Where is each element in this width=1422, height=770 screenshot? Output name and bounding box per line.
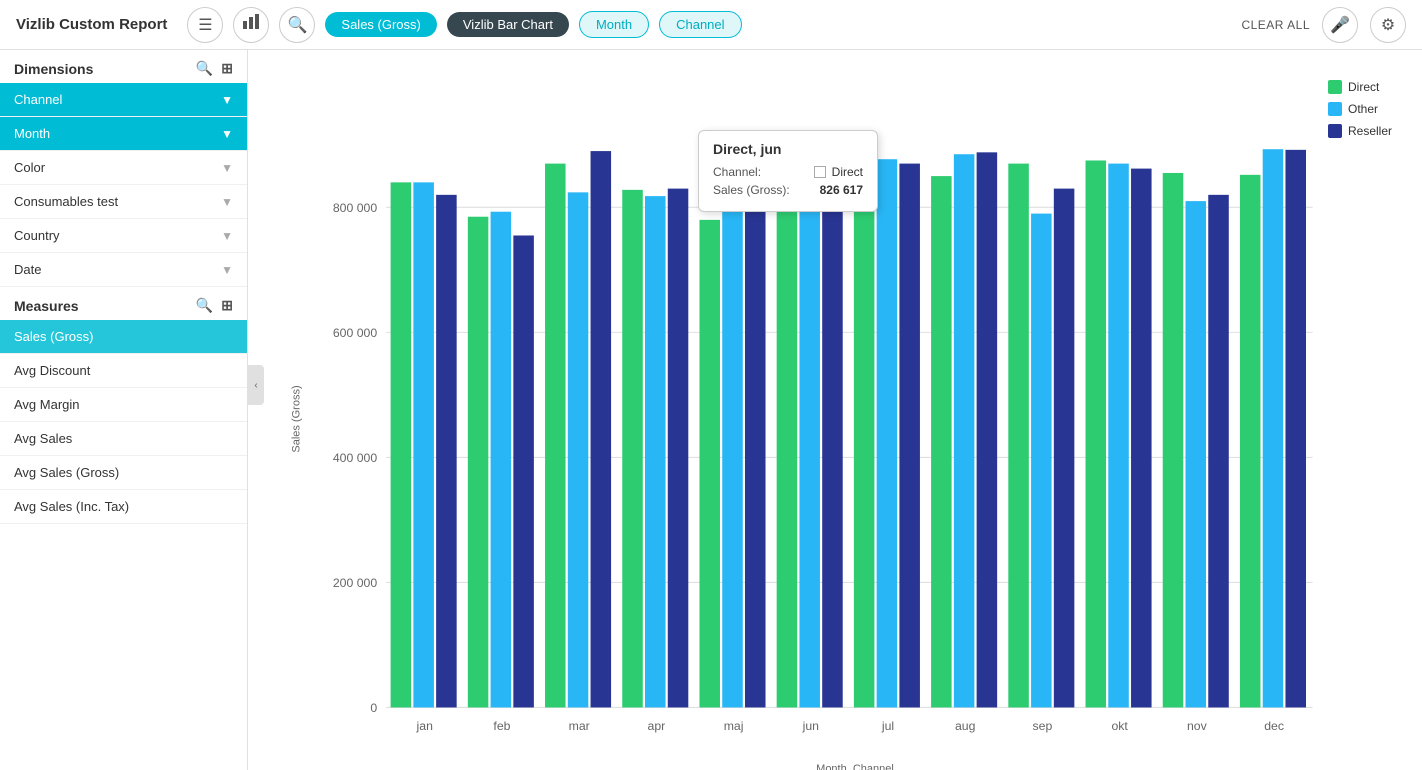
measure-item-avg-discount[interactable]: Avg Discount	[0, 354, 247, 388]
chart-container: Sales (Gross) Direct Other Reseller	[248, 50, 1422, 770]
filter-icon-color: ▼	[221, 161, 233, 175]
measures-section-header: Measures 🔍 ⊞	[0, 287, 247, 320]
search-button[interactable]: 🔍	[279, 7, 315, 43]
dimensions-search-icon[interactable]: 🔍	[196, 60, 213, 77]
measures-label: Measures	[14, 298, 79, 314]
svg-text:okt: okt	[1111, 719, 1128, 733]
svg-text:800 000: 800 000	[333, 201, 378, 215]
x-axis-label: Month, Channel	[308, 763, 1402, 770]
y-axis-label: Sales (Gross)	[291, 385, 303, 452]
svg-text:600 000: 600 000	[333, 326, 378, 340]
sidebar-item-channel[interactable]: Channel ▼	[0, 83, 247, 117]
chip-channel[interactable]: Channel	[659, 11, 741, 38]
svg-text:maj: maj	[724, 719, 744, 733]
main-layout: Dimensions 🔍 ⊞ Channel ▼ Month ▼ Color ▼…	[0, 50, 1422, 770]
svg-text:dec: dec	[1264, 719, 1284, 733]
sidebar-item-date[interactable]: Date ▼	[0, 253, 247, 287]
filter-icon-consumables: ▼	[221, 195, 233, 209]
svg-text:jul: jul	[881, 719, 894, 733]
chart-icon	[242, 13, 260, 36]
measures-search-icon[interactable]: 🔍	[196, 297, 213, 314]
svg-text:feb: feb	[493, 719, 510, 733]
mic-button[interactable]: 🎤	[1322, 7, 1358, 43]
svg-text:jun: jun	[802, 719, 820, 733]
chip-vizlib-bar-chart[interactable]: Vizlib Bar Chart	[447, 12, 569, 37]
dimensions-add-icon[interactable]: ⊞	[221, 60, 233, 77]
sidebar: Dimensions 🔍 ⊞ Channel ▼ Month ▼ Color ▼…	[0, 50, 248, 770]
header-right: CLEAR ALL 🎤 ⚙	[1241, 7, 1406, 43]
app-title: Vizlib Custom Report	[16, 16, 167, 33]
measure-item-sales-gross[interactable]: Sales (Gross)	[0, 320, 247, 354]
filter-icon-month: ▼	[221, 127, 233, 141]
measures-add-icon[interactable]: ⊞	[221, 297, 233, 314]
chip-sales-gross[interactable]: Sales (Gross)	[325, 12, 436, 37]
measure-item-avg-sales-gross[interactable]: Avg Sales (Gross)	[0, 456, 247, 490]
clear-all-button[interactable]: CLEAR ALL	[1241, 18, 1310, 32]
mic-icon: 🎤	[1330, 15, 1350, 35]
svg-text:200 000: 200 000	[333, 576, 378, 590]
svg-text:mar: mar	[569, 719, 590, 733]
bar-chart[interactable]: 0 200 000 400 000 600 000 800 000 jan feb mar ap…	[308, 60, 1402, 770]
filter-icon-country: ▼	[221, 229, 233, 243]
sidebar-item-country[interactable]: Country ▼	[0, 219, 247, 253]
chip-month[interactable]: Month	[579, 11, 649, 38]
measure-item-avg-sales-tax[interactable]: Avg Sales (Inc. Tax)	[0, 490, 247, 524]
chart-button[interactable]	[233, 7, 269, 43]
svg-text:aug: aug	[955, 719, 976, 733]
sidebar-item-month[interactable]: Month ▼	[0, 117, 247, 151]
svg-text:jan: jan	[416, 719, 434, 733]
menu-icon: ☰	[198, 15, 212, 35]
search-icon: 🔍	[287, 15, 307, 35]
svg-text:apr: apr	[648, 719, 666, 733]
menu-button[interactable]: ☰	[187, 7, 223, 43]
svg-text:nov: nov	[1187, 719, 1208, 733]
dimensions-icons: 🔍 ⊞	[196, 60, 233, 77]
collapse-handle[interactable]: ‹	[248, 365, 264, 405]
settings-icon: ⚙	[1381, 15, 1395, 35]
settings-button[interactable]: ⚙	[1370, 7, 1406, 43]
filter-icon-channel: ▼	[221, 93, 233, 107]
svg-text:sep: sep	[1033, 719, 1053, 733]
dimensions-label: Dimensions	[14, 61, 93, 77]
measure-item-avg-margin[interactable]: Avg Margin	[0, 388, 247, 422]
svg-text:0: 0	[370, 701, 377, 715]
svg-text:400 000: 400 000	[333, 451, 378, 465]
measures-icons: 🔍 ⊞	[196, 297, 233, 314]
sidebar-item-consumables[interactable]: Consumables test ▼	[0, 185, 247, 219]
dimensions-section-header: Dimensions 🔍 ⊞	[0, 50, 247, 83]
measure-item-avg-sales[interactable]: Avg Sales	[0, 422, 247, 456]
app-header: Vizlib Custom Report ☰ 🔍 Sales (Gross) V…	[0, 0, 1422, 50]
chart-area: Sales (Gross) Direct Other Reseller	[248, 50, 1422, 770]
filter-icon-date: ▼	[221, 263, 233, 277]
chart-svg-wrapper: 0 200 000 400 000 600 000 800 000 jan feb mar ap…	[308, 60, 1402, 770]
sidebar-item-color[interactable]: Color ▼	[0, 151, 247, 185]
